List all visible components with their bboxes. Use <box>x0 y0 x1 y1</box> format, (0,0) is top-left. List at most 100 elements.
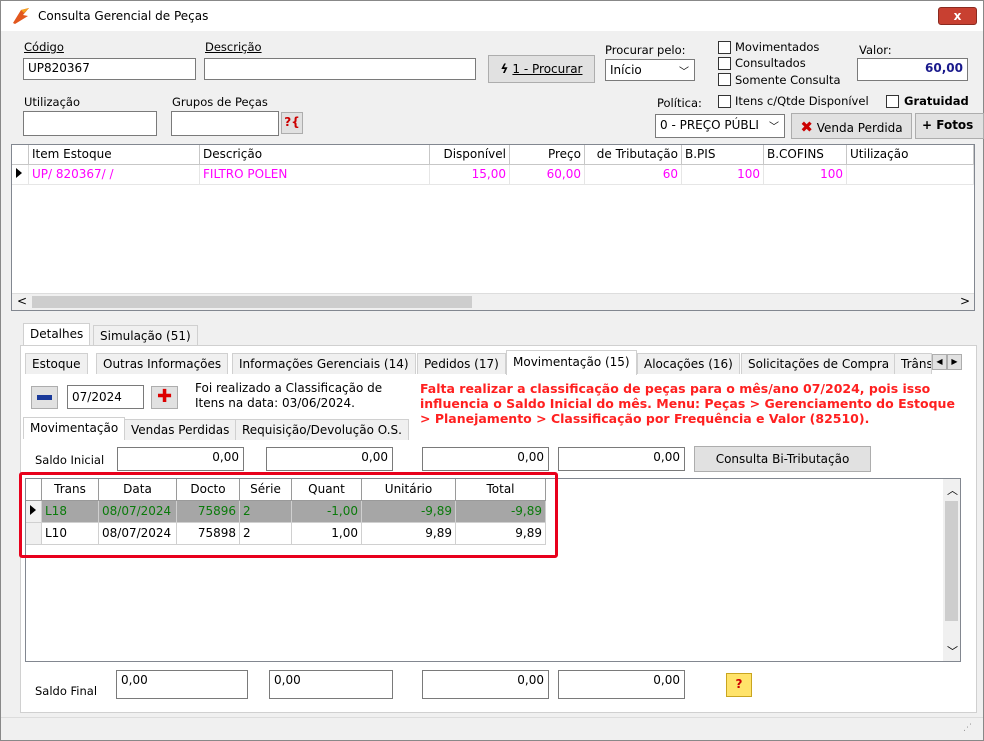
resize-grip-icon[interactable]: ⋰ <box>963 723 972 733</box>
scroll-left-icon[interactable]: < <box>17 294 27 308</box>
tab-scroll-right-icon[interactable]: ▶ <box>947 354 962 370</box>
chevron-down-icon: ﹀ <box>679 67 689 78</box>
tab-simulacao[interactable]: Simulação (51) <box>93 325 198 345</box>
cell-bpis: 100 <box>682 165 764 185</box>
help-button[interactable]: ? <box>726 673 752 697</box>
cell-preco: 60,00 <box>510 165 585 185</box>
col-utilizacao[interactable]: Utilização <box>847 145 974 165</box>
app-logo-icon <box>13 8 29 24</box>
items-grid: Item Estoque Descrição Disponível Preço … <box>11 144 975 311</box>
tab-solicitacoes-compra[interactable]: Solicitações de Compra <box>741 353 897 374</box>
saldo-inicial-4[interactable]: 0,00 <box>558 447 685 471</box>
cell-item: UP/ 820367/ / <box>29 165 200 185</box>
consultados-checkbox[interactable] <box>718 57 731 70</box>
scroll-up-icon[interactable]: ︿ <box>947 482 958 498</box>
valor-label: Valor: <box>859 43 892 57</box>
col-preco[interactable]: Preço <box>510 145 585 165</box>
subtab-requisicao[interactable]: Requisição/Devolução O.S. <box>235 419 409 440</box>
warning-message: Falta realizar a classificação de peças … <box>420 381 955 426</box>
saldo-inicial-3[interactable]: 0,00 <box>422 447 549 471</box>
tab-transito[interactable]: Trâns <box>894 353 932 374</box>
procurar-label: 1 - Procurar <box>512 62 583 76</box>
consultados-label: Consultados <box>735 56 806 70</box>
saldo-final-4[interactable]: 0,00 <box>558 670 685 699</box>
window-title: Consulta Gerencial de Peças <box>38 9 209 23</box>
vertical-scrollbar[interactable]: ︿ ﹀ <box>943 479 960 661</box>
saldo-final-label: Saldo Final <box>35 684 98 698</box>
col-bcofins[interactable]: B.COFINS <box>764 145 847 165</box>
scroll-right-icon[interactable]: > <box>960 294 970 308</box>
cell-tributacao: 60 <box>585 165 682 185</box>
tab-scroll-left-icon[interactable]: ◀ <box>932 354 947 370</box>
saldo-inicial-label: Saldo Inicial <box>35 453 105 467</box>
bi-tributacao-button[interactable]: Consulta Bi-Tributação <box>694 446 871 472</box>
main-window: Consulta Gerencial de Peças x Código UP8… <box>0 0 984 741</box>
previous-period-button[interactable] <box>31 386 58 409</box>
venda-perdida-button[interactable]: ✖ Venda Perdida <box>791 113 912 139</box>
movimentados-label: Movimentados <box>735 40 820 54</box>
title-bar: Consulta Gerencial de Peças x <box>1 1 983 31</box>
saldo-final-3[interactable]: 0,00 <box>422 670 549 699</box>
col-tributacao[interactable]: de Tributação <box>585 145 682 165</box>
col-descricao[interactable]: Descrição <box>200 145 430 165</box>
tab-alocacoes[interactable]: Alocações (16) <box>637 353 740 374</box>
subtab-vendas-perdidas[interactable]: Vendas Perdidas <box>124 419 237 440</box>
politica-value: 0 - PREÇO PÚBLI <box>660 118 759 132</box>
fotos-button[interactable]: + Fotos <box>915 113 984 139</box>
horizontal-scrollbar[interactable]: < > <box>12 293 974 310</box>
politica-select[interactable]: 0 - PREÇO PÚBLI ﹀ <box>655 114 785 138</box>
gratuidade-label: Gratuidad <box>904 94 969 108</box>
grupos-input[interactable] <box>171 111 279 136</box>
descricao-label: Descrição <box>205 40 262 54</box>
procurar-button[interactable]: ϟ1 - Procurar <box>488 55 595 83</box>
procurar-pelo-value: Início <box>610 63 642 77</box>
itens-qtde-label: Itens c/Qtde Disponível <box>735 94 869 108</box>
x-icon: ✖ <box>800 118 813 136</box>
highlight-box <box>19 472 558 558</box>
col-disponivel[interactable]: Disponível <box>430 145 510 165</box>
politica-label: Política: <box>657 96 702 110</box>
tab-movimentacao[interactable]: Movimentação (15) <box>506 350 637 375</box>
scroll-thumb[interactable] <box>945 501 958 621</box>
valor-input[interactable]: 60,00 <box>857 58 968 81</box>
plus-icon: ✚ <box>156 386 173 407</box>
close-button[interactable]: x <box>938 7 977 25</box>
table-row[interactable]: UP/ 820367/ / FILTRO POLEN 15,00 60,00 6… <box>12 165 974 185</box>
cell-disponivel: 15,00 <box>430 165 510 185</box>
utilizacao-input[interactable] <box>23 111 157 136</box>
lightning-icon: ϟ <box>500 62 509 76</box>
next-period-button[interactable]: ✚ <box>151 386 178 409</box>
status-bar: ⋰ <box>1 717 983 740</box>
col-bpis[interactable]: B.PIS <box>682 145 764 165</box>
classificacao-message: Foi realizado a Classificação de Itens n… <box>195 381 383 410</box>
movimentados-checkbox[interactable] <box>718 41 731 54</box>
saldo-inicial-2[interactable]: 0,00 <box>266 447 393 471</box>
scroll-thumb[interactable] <box>32 296 472 308</box>
descricao-input[interactable] <box>204 58 476 80</box>
col-item-estoque[interactable]: Item Estoque <box>29 145 200 165</box>
tab-pedidos[interactable]: Pedidos (17) <box>417 353 506 374</box>
utilizacao-label: Utilização <box>24 95 81 109</box>
saldo-inicial-1[interactable]: 0,00 <box>117 447 244 471</box>
somente-consulta-checkbox[interactable] <box>718 73 731 86</box>
codigo-input[interactable]: UP820367 <box>23 58 196 80</box>
tab-informacoes-gerenciais[interactable]: Informações Gerenciais (14) <box>232 353 416 374</box>
tab-detalhes[interactable]: Detalhes <box>23 323 91 345</box>
tab-estoque[interactable]: Estoque <box>25 353 88 374</box>
gratuidade-checkbox[interactable] <box>886 95 899 108</box>
procurar-pelo-select[interactable]: Início ﹀ <box>605 59 695 81</box>
itens-qtde-checkbox[interactable] <box>718 95 731 108</box>
venda-perdida-label: Venda Perdida <box>816 121 903 135</box>
period-input[interactable]: 07/2024 <box>67 385 144 409</box>
minus-icon <box>37 395 52 400</box>
subtab-movimentacao[interactable]: Movimentação <box>23 417 126 439</box>
row-pointer-icon <box>12 165 29 185</box>
row-indicator-header <box>12 145 29 165</box>
cell-utilizacao <box>847 165 974 185</box>
tab-outras-informacoes[interactable]: Outras Informações <box>96 353 229 374</box>
scroll-down-icon[interactable]: ﹀ <box>947 643 958 659</box>
grupos-lookup-button[interactable]: ?{ <box>281 112 303 134</box>
saldo-final-2[interactable]: 0,00 <box>269 670 393 699</box>
saldo-final-1[interactable]: 0,00 <box>116 670 248 699</box>
grupos-label: Grupos de Peças <box>172 95 268 109</box>
